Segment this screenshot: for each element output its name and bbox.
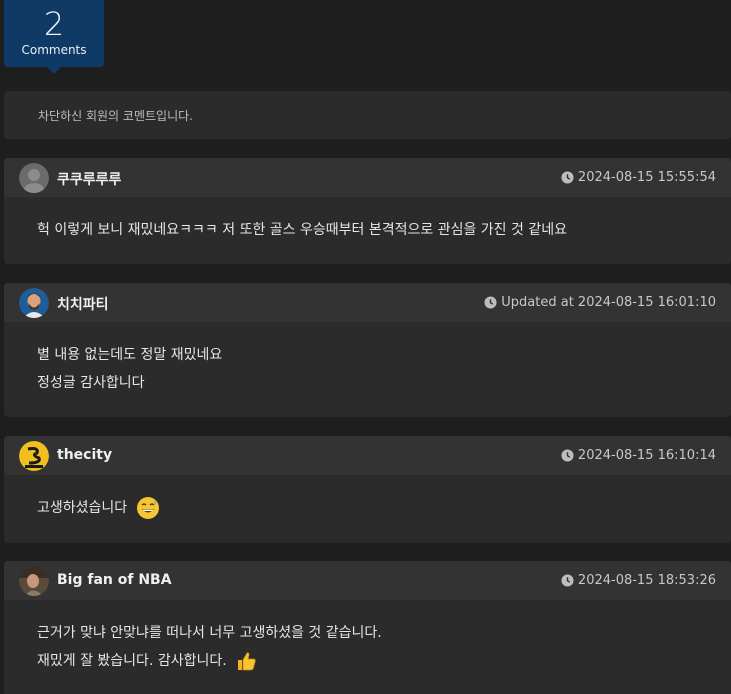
- comment-date-text: 2024-08-15 16:10:14: [577, 448, 716, 463]
- user-avatar[interactable]: [19, 288, 49, 318]
- comment-count-badge: 2 Comments: [4, 0, 104, 74]
- comment-date-text: Updated at 2024-08-15 16:01:10: [501, 295, 716, 310]
- clock-icon: [561, 574, 574, 587]
- comment-username[interactable]: thecity: [57, 447, 112, 463]
- comment-header: 치치파티 Updated at 2024-08-15 16:01:10: [4, 283, 731, 322]
- comment-date: 2024-08-15 16:10:14: [561, 448, 716, 463]
- comment-username[interactable]: 치치파티: [57, 294, 109, 314]
- badge-pointer: [47, 67, 61, 74]
- comment-date: Updated at 2024-08-15 16:01:10: [484, 295, 716, 310]
- comment-body: 근거가 맞냐 안맞냐를 떠나서 너무 고생하셨을 것 같습니다. 재밌게 잘 봤…: [4, 600, 731, 675]
- comment-count-number: 2: [43, 5, 65, 43]
- clock-icon: [561, 171, 574, 184]
- clock-icon: [484, 296, 497, 309]
- comment-item: Big fan of NBA 2024-08-15 18:53:26 근거가 맞…: [4, 561, 731, 694]
- user-avatar[interactable]: [19, 441, 49, 471]
- comment-date: 2024-08-15 18:53:26: [561, 573, 716, 588]
- comment-date-text: 2024-08-15 15:55:54: [577, 170, 716, 185]
- comment-text-line: 근거가 맞냐 안맞냐를 떠나서 너무 고생하셨을 것 같습니다.: [37, 625, 382, 641]
- comment-text-line: 고생하셨습니다: [37, 494, 698, 522]
- comment-body: 별 내용 없는데도 정말 재밌네요 정성글 감사합니다: [4, 322, 731, 397]
- comments-section: 2 Comments 차단하신 회원의 코멘트입니다. 쿠쿠루루루 2024-0…: [0, 0, 731, 694]
- comment-text-line: 헉 이렇게 보니 재밌네요ㅋㅋㅋ 저 또한 골스 우승때부터 본격적으로 관심을…: [37, 222, 567, 238]
- comment-text: 재밌게 잘 봤습니다. 감사합니다.: [37, 653, 227, 669]
- thumbs-up-emoji: [238, 652, 256, 671]
- comment-count-label: Comments: [21, 43, 87, 57]
- blocked-notice-text: 차단하신 회원의 코멘트입니다.: [38, 109, 193, 123]
- comment-header: thecity 2024-08-15 16:10:14: [4, 436, 731, 475]
- clock-icon: [561, 449, 574, 462]
- comment-item: 치치파티 Updated at 2024-08-15 16:01:10 별 내용…: [4, 283, 731, 417]
- comment-username[interactable]: Big fan of NBA: [57, 572, 172, 588]
- comment-body: 고생하셨습니다: [4, 475, 731, 522]
- comment-item: 쿠쿠루루루 2024-08-15 15:55:54 헉 이렇게 보니 재밌네요ㅋ…: [4, 158, 731, 264]
- blocked-comment-notice: 차단하신 회원의 코멘트입니다.: [4, 91, 731, 139]
- comment-body: 헉 이렇게 보니 재밌네요ㅋㅋㅋ 저 또한 골스 우승때부터 본격적으로 관심을…: [4, 197, 731, 244]
- comment-text-line: 정성글 감사합니다: [37, 375, 145, 391]
- comment-header: Big fan of NBA 2024-08-15 18:53:26: [4, 561, 731, 600]
- user-avatar[interactable]: [19, 566, 49, 596]
- comment-date: 2024-08-15 15:55:54: [561, 170, 716, 185]
- comment-text-line: 별 내용 없는데도 정말 재밌네요: [37, 347, 223, 363]
- comment-text: 고생하셨습니다: [37, 500, 128, 516]
- comment-item: thecity 2024-08-15 16:10:14 고생하셨습니다: [4, 436, 731, 543]
- default-avatar-icon[interactable]: [19, 163, 49, 193]
- comment-date-text: 2024-08-15 18:53:26: [577, 573, 716, 588]
- comment-username[interactable]: 쿠쿠루루루: [57, 169, 121, 189]
- sweat-smile-emoji: [136, 497, 159, 519]
- comment-text-line: 재밌게 잘 봤습니다. 감사합니다.: [37, 647, 698, 675]
- comment-header: 쿠쿠루루루 2024-08-15 15:55:54: [4, 158, 731, 197]
